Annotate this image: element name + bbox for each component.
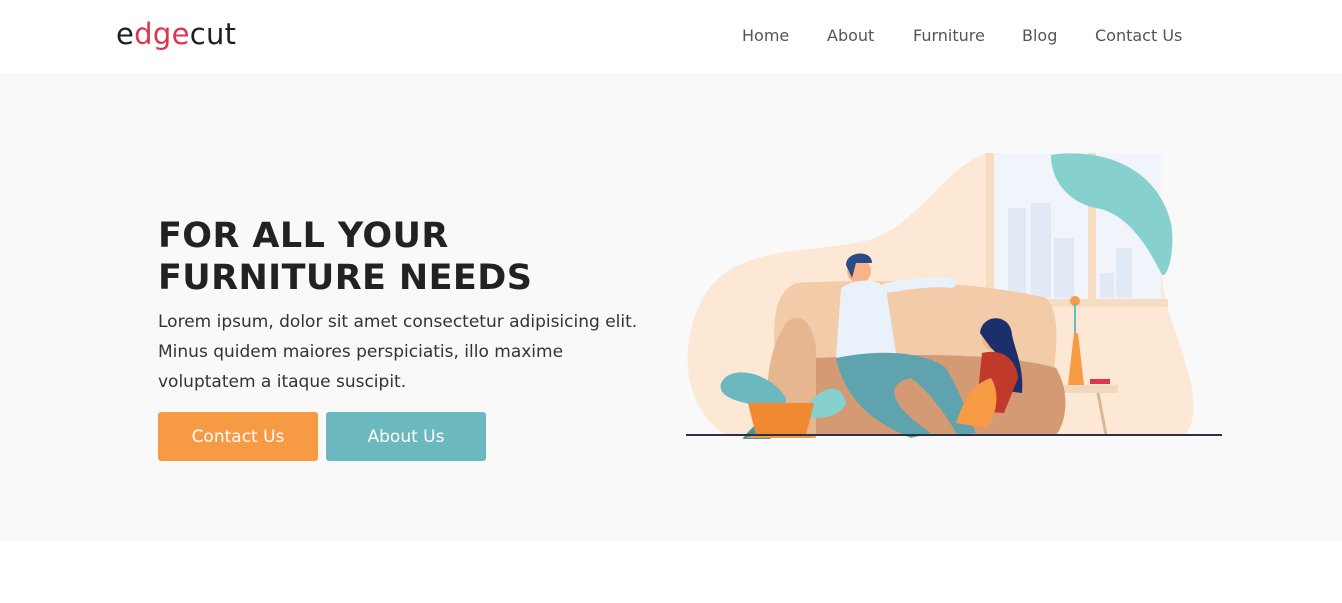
skyline-building <box>1116 248 1132 298</box>
nav-link-contact[interactable]: Contact Us <box>1095 25 1182 47</box>
plate <box>1090 379 1110 384</box>
nav-link-home[interactable]: Home <box>742 25 789 47</box>
nav-link-about[interactable]: About <box>827 25 874 47</box>
couple-on-sofa-illustration <box>686 153 1222 439</box>
hero-title-line2: FURNITURE NEEDS <box>158 258 533 298</box>
main-nav: Home About Furniture Blog Contact Us <box>0 0 1342 73</box>
skyline-building <box>1054 238 1074 298</box>
plant-pot <box>748 403 814 435</box>
nav-link-furniture[interactable]: Furniture <box>913 25 985 47</box>
skyline-building <box>1031 203 1051 298</box>
hero-title: FOR ALL YOUR FURNITURE NEEDS <box>158 215 532 299</box>
about-us-button[interactable]: About Us <box>326 412 486 461</box>
skyline-building <box>1100 273 1114 298</box>
hero-section: FOR ALL YOUR FURNITURE NEEDS Lorem ipsum… <box>0 73 1342 541</box>
window-frame-left <box>986 153 994 305</box>
contact-us-button[interactable]: Contact Us <box>158 412 318 461</box>
below-hero-area <box>0 541 1342 603</box>
hero-description: Lorem ipsum, dolor sit amet consectetur … <box>158 312 638 392</box>
man-arm <box>881 277 956 293</box>
nav-link-blog[interactable]: Blog <box>1022 25 1057 47</box>
skyline-building <box>1008 208 1026 298</box>
hero-title-line1: FOR ALL YOUR <box>158 216 449 256</box>
navbar: edgecut Home About Furniture Blog Contac… <box>0 0 1342 73</box>
